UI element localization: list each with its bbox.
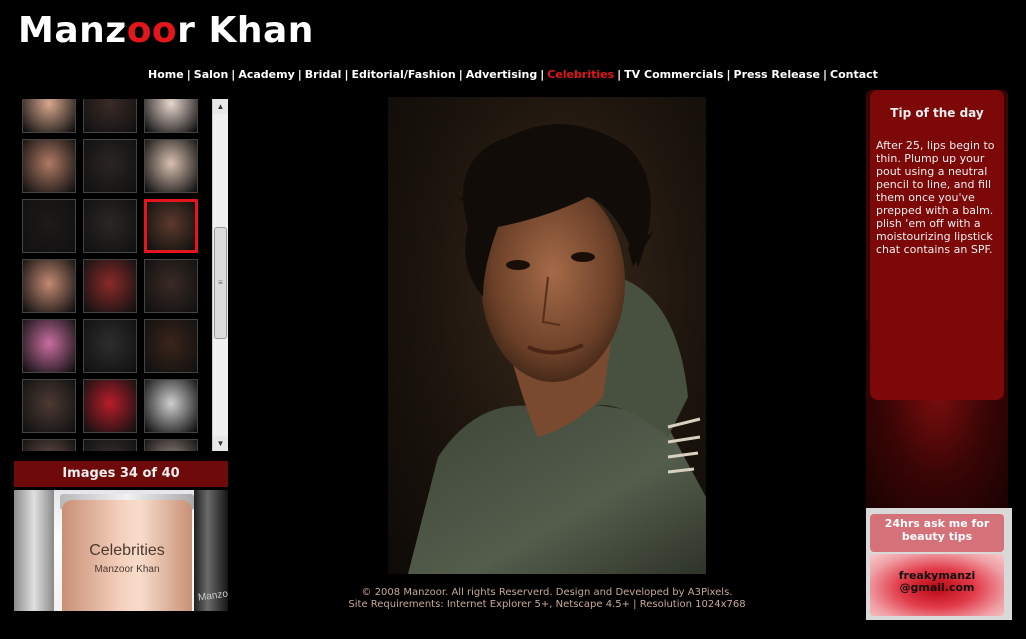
nav-separator: |	[540, 68, 545, 81]
ask-me-box[interactable]: 24hrs ask me for beauty tips freakymanzi…	[866, 508, 1012, 620]
promo-title: Celebrities	[89, 542, 165, 559]
bottle-left-shape	[14, 490, 54, 611]
nav-separator: |	[822, 68, 828, 81]
footer-copyright: © 2008 Manzoor. All rights Reserverd. De…	[361, 587, 733, 598]
gallery-thumbnail[interactable]	[144, 259, 198, 313]
image-counter: Images 34 of 40	[14, 461, 228, 487]
gallery-thumbnail[interactable]	[22, 199, 76, 253]
portrait-illustration	[408, 124, 706, 574]
scroll-thumb[interactable]: ≡	[214, 227, 227, 339]
nav-item-home[interactable]: Home	[148, 68, 184, 81]
nav-item-advertising[interactable]: Advertising	[466, 68, 538, 81]
gallery-thumbnail[interactable]	[22, 99, 76, 133]
ask-heading: 24hrs ask me for beauty tips	[870, 514, 1004, 552]
gallery-thumbnail[interactable]	[144, 99, 198, 133]
gallery-thumbnail[interactable]	[83, 139, 137, 193]
tip-of-the-day-panel: Tip of the day After 25, lips begin to t…	[866, 90, 1008, 508]
promo-image: Celebrities Manzoor Khan Manzoor	[14, 490, 228, 611]
tip-title: Tip of the day	[890, 106, 984, 120]
footer: © 2008 Manzoor. All rights Reserverd. De…	[300, 587, 794, 611]
nav-item-salon[interactable]: Salon	[194, 68, 229, 81]
gallery-thumbnail[interactable]	[22, 319, 76, 373]
logo-text-accent: oo	[126, 10, 178, 51]
main-photo	[388, 97, 706, 574]
footer-requirements: Site Requirements: Internet Explorer 5+,…	[348, 599, 746, 610]
gallery-thumbnail[interactable]	[22, 439, 76, 451]
gallery-thumbnail[interactable]	[83, 199, 137, 253]
gallery-thumbnail[interactable]	[144, 439, 198, 451]
gallery-thumbnail[interactable]	[22, 139, 76, 193]
gallery-thumbnail[interactable]	[83, 379, 137, 433]
gallery-thumbnail[interactable]	[83, 259, 137, 313]
nav-separator: |	[458, 68, 463, 81]
gallery-thumbnail[interactable]	[83, 99, 137, 133]
logo-text-last: r Khan	[177, 10, 314, 51]
nav-item-bridal[interactable]: Bridal	[305, 68, 342, 81]
gallery-thumbnail[interactable]	[144, 139, 198, 193]
nav-item-academy[interactable]: Academy	[238, 68, 294, 81]
nav-item-celebrities[interactable]: Celebrities	[547, 68, 614, 81]
nav-item-editorial-fashion[interactable]: Editorial/Fashion	[351, 68, 455, 81]
gallery-thumbnail[interactable]	[22, 259, 76, 313]
nav-separator: |	[186, 68, 191, 81]
gallery-thumbnail[interactable]	[22, 379, 76, 433]
gallery-thumbnail[interactable]	[83, 439, 137, 451]
site-logo[interactable]: Manzoor Khan	[18, 10, 314, 51]
nav-item-tv-commercials[interactable]: TV Commercials	[624, 68, 723, 81]
nav-separator: |	[297, 68, 302, 81]
gallery-thumbnail[interactable]	[144, 379, 198, 433]
gallery-thumbnail[interactable]	[144, 199, 198, 253]
nav-separator: |	[617, 68, 622, 81]
gallery-scrollbar[interactable]: ▲ ≡ ▼	[212, 99, 228, 451]
ask-email-link[interactable]: freakymanzi @gmail.com	[870, 570, 1004, 594]
nav-item-contact[interactable]: Contact	[830, 68, 878, 81]
promo-subtitle: Manzoor Khan	[94, 564, 160, 575]
scroll-up-arrow-icon[interactable]: ▲	[213, 99, 228, 114]
thumbnail-gallery: ▲ ≡ ▼	[14, 99, 228, 451]
gallery-thumbnail[interactable]	[144, 319, 198, 373]
nav-separator: |	[726, 68, 731, 81]
gallery-thumbnail[interactable]	[83, 319, 137, 373]
logo-text-first: Manz	[18, 10, 127, 51]
main-nav: Home | Salon | Academy | Bridal | Editorial/Fash…	[0, 68, 1026, 81]
nav-separator: |	[231, 68, 236, 81]
nav-separator: |	[344, 68, 349, 81]
tip-text: After 25, lips begin to thin. Plump up y…	[876, 139, 995, 256]
scroll-down-arrow-icon[interactable]: ▼	[213, 436, 228, 451]
nav-item-press-release[interactable]: Press Release	[734, 68, 820, 81]
